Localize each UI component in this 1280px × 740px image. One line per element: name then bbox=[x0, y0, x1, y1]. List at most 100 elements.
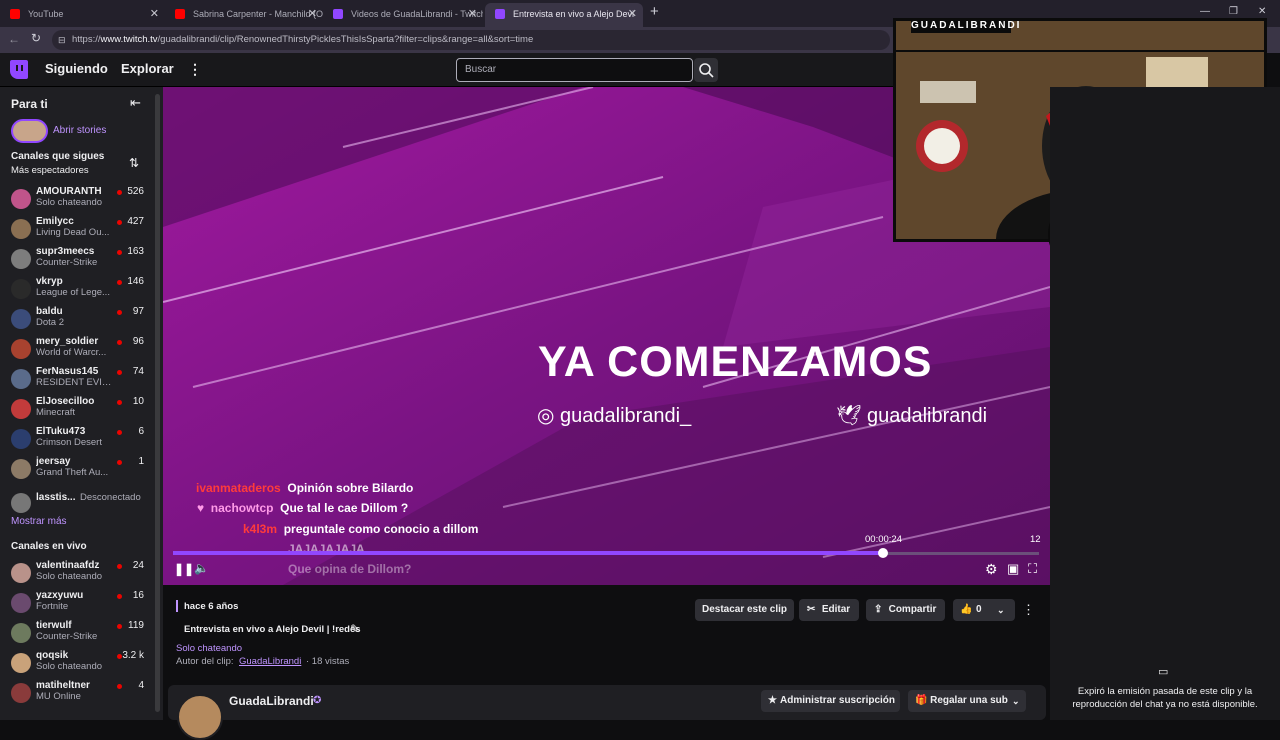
share-button[interactable]: ⇪ Compartir bbox=[866, 599, 945, 621]
sidebar-channel[interactable]: jeersay Grand Theft Au... 1 bbox=[0, 456, 150, 486]
close-icon[interactable]: ✕ bbox=[468, 3, 477, 25]
gift-icon: 🎁 bbox=[915, 695, 928, 706]
url-input[interactable]: ⊟ https://www.twitch.tv/guadalibrandi/cl… bbox=[52, 30, 890, 50]
sidebar-channel[interactable]: ElTuku473 Crimson Desert 6 bbox=[0, 426, 150, 456]
star-icon: ★ bbox=[768, 695, 777, 706]
avatar bbox=[11, 399, 31, 419]
live-indicator-icon bbox=[117, 190, 122, 195]
sidebar-channel[interactable]: valentinaafdz Solo chateando 24 bbox=[0, 560, 150, 590]
live-indicator-icon bbox=[117, 564, 122, 569]
gift-sub-button[interactable]: 🎁 Regalar una sub ⌄ bbox=[908, 690, 1026, 712]
overlay-chat-line: k4l3m preguntale como conocio a dillom bbox=[243, 522, 479, 536]
sidebar-channel[interactable]: ElJosecilloo Minecraft 10 bbox=[0, 396, 150, 426]
share-icon: ⇪ bbox=[874, 604, 883, 615]
youtube-favicon-icon bbox=[10, 9, 20, 19]
live-indicator-icon bbox=[117, 220, 122, 225]
more-options-icon[interactable]: ⋮ bbox=[188, 61, 202, 78]
sidebar-channel[interactable]: baldu Dota 2 97 bbox=[0, 306, 150, 336]
live-indicator-icon bbox=[117, 654, 122, 659]
live-indicator-icon bbox=[117, 430, 122, 435]
twitch-logo-icon[interactable] bbox=[10, 60, 28, 79]
sidebar-channel[interactable]: AMOURANTH Solo chateando 526 bbox=[0, 186, 150, 216]
site-info-icon[interactable]: ⊟ bbox=[58, 30, 66, 50]
minimize-icon[interactable]: — bbox=[1200, 6, 1210, 17]
channel-name[interactable]: GuadaLibrandi bbox=[229, 694, 314, 708]
sidebar-channel[interactable]: qoqsik Solo chateando 3.2 k bbox=[0, 650, 150, 680]
live-indicator-icon bbox=[117, 594, 122, 599]
browser-tab-entrevista[interactable]: Entrevista en vivo a Alejo Devi ✕ bbox=[485, 3, 643, 27]
live-channels-header: Canales en vivo bbox=[11, 541, 87, 552]
clip-views: · 18 vistas bbox=[306, 656, 350, 667]
nav-browse[interactable]: Explorar bbox=[121, 61, 174, 76]
live-indicator-icon bbox=[117, 250, 122, 255]
theatre-mode-icon[interactable]: ▣ bbox=[1007, 561, 1019, 577]
new-tab-icon[interactable]: + bbox=[650, 3, 659, 20]
feature-clip-button[interactable]: Destacar este clip bbox=[695, 599, 794, 621]
manage-subscription-button[interactable]: ★ Administrar suscripción bbox=[761, 690, 900, 712]
window-close-icon[interactable]: ✕ bbox=[1258, 6, 1266, 17]
sidebar-channel[interactable]: mery_soldier World of Warcr... 96 bbox=[0, 336, 150, 366]
sort-icon[interactable]: ⇅ bbox=[129, 156, 139, 170]
volume-icon[interactable]: 🔈 bbox=[194, 561, 209, 575]
stories-avatar[interactable] bbox=[11, 119, 48, 143]
clip-age: hace 6 años bbox=[184, 601, 239, 612]
instagram-handle: ◎ guadalibrandi_ bbox=[537, 405, 692, 427]
sidebar-channel[interactable]: matiheltner MU Online 4 bbox=[0, 680, 150, 710]
pause-icon[interactable]: ❚❚ bbox=[174, 562, 194, 576]
close-icon[interactable]: ✕ bbox=[628, 3, 637, 25]
show-more-link[interactable]: Mostrar más bbox=[11, 516, 67, 527]
avatar bbox=[11, 653, 31, 673]
twitch-favicon-icon bbox=[333, 9, 343, 19]
browser-tab-sabrina[interactable]: Sabrina Carpenter - Manchild (Offi ✕ bbox=[165, 3, 323, 27]
sidebar-scrollbar[interactable] bbox=[155, 94, 160, 712]
sidebar-channel[interactable]: supr3meecs Counter-Strike 163 bbox=[0, 246, 150, 276]
back-icon[interactable]: ← bbox=[8, 32, 20, 46]
live-indicator-icon bbox=[117, 460, 122, 465]
live-indicator-icon bbox=[117, 400, 122, 405]
avatar bbox=[11, 219, 31, 239]
avatar bbox=[11, 309, 31, 329]
search-input[interactable]: Buscar bbox=[456, 58, 693, 82]
more-options-icon[interactable]: ⋮ bbox=[1022, 602, 1035, 618]
heart-badge-icon: ♥ bbox=[197, 501, 205, 515]
clip-category-link[interactable]: Solo chateando bbox=[176, 643, 242, 654]
chevron-down-icon[interactable]: ⌄ bbox=[997, 599, 1005, 621]
like-button[interactable]: 👍 0 ⌄ bbox=[953, 599, 1015, 621]
browser-tab-youtube[interactable]: YouTube ✕ bbox=[0, 3, 165, 27]
close-icon[interactable]: ✕ bbox=[308, 3, 317, 25]
sidebar-channel[interactable]: tierwulf Counter-Strike 119 bbox=[0, 620, 150, 650]
clip-title: Entrevista en vivo a Alejo Devil | !rede… bbox=[184, 624, 361, 635]
close-icon[interactable]: ✕ bbox=[150, 3, 159, 25]
sidebar-channel[interactable]: Emilycc Living Dead Ou... 427 bbox=[0, 216, 150, 246]
avatar bbox=[11, 593, 31, 613]
avatar bbox=[11, 369, 31, 389]
sidebar-channel[interactable]: vkryp League of Lege... 146 bbox=[0, 276, 150, 306]
maximize-icon[interactable]: ❐ bbox=[1229, 6, 1238, 17]
clip-author-link[interactable]: GuadaLibrandi bbox=[239, 656, 301, 667]
nav-following[interactable]: Siguiendo bbox=[45, 61, 108, 76]
followed-sort-label: Más espectadores bbox=[11, 165, 89, 176]
overlay-chat-line: ♥ nachowtcp Que tal le cae Dillom ? bbox=[197, 501, 409, 515]
settings-icon[interactable]: ⚙ bbox=[985, 561, 998, 578]
open-stories-link[interactable]: Abrir stories bbox=[53, 125, 106, 136]
avatar bbox=[11, 429, 31, 449]
sidebar-channel[interactable]: FerNasus145 RESIDENT EVIL... 74 bbox=[0, 366, 150, 396]
live-indicator-icon bbox=[117, 280, 122, 285]
scissors-icon: ✂ bbox=[807, 604, 816, 615]
edit-clip-button[interactable]: ✂ Editar bbox=[799, 599, 859, 621]
browser-tab-videos[interactable]: Videos de GuadaLibrandi - Twitch ✕ bbox=[323, 3, 483, 27]
avatar bbox=[11, 189, 31, 209]
edit-title-icon[interactable]: ✎ bbox=[350, 622, 360, 636]
sidebar-title: Para ti bbox=[11, 97, 48, 111]
channel-avatar[interactable] bbox=[177, 694, 223, 740]
reload-icon[interactable]: ↻ bbox=[31, 31, 41, 45]
fullscreen-icon[interactable]: ⛶ bbox=[1028, 561, 1037, 577]
search-button[interactable] bbox=[694, 58, 718, 82]
webcam-label: GUADALIBRANDI bbox=[911, 19, 1022, 33]
sidebar-channel[interactable]: yazxyuwu Fortnite 16 bbox=[0, 590, 150, 620]
avatar bbox=[11, 623, 31, 643]
progress-handle[interactable] bbox=[878, 548, 888, 558]
collapse-sidebar-icon[interactable]: ⇤ bbox=[130, 95, 141, 111]
end-time: 12 bbox=[1030, 534, 1041, 545]
followed-channels-header: Canales que sigues bbox=[11, 151, 105, 162]
